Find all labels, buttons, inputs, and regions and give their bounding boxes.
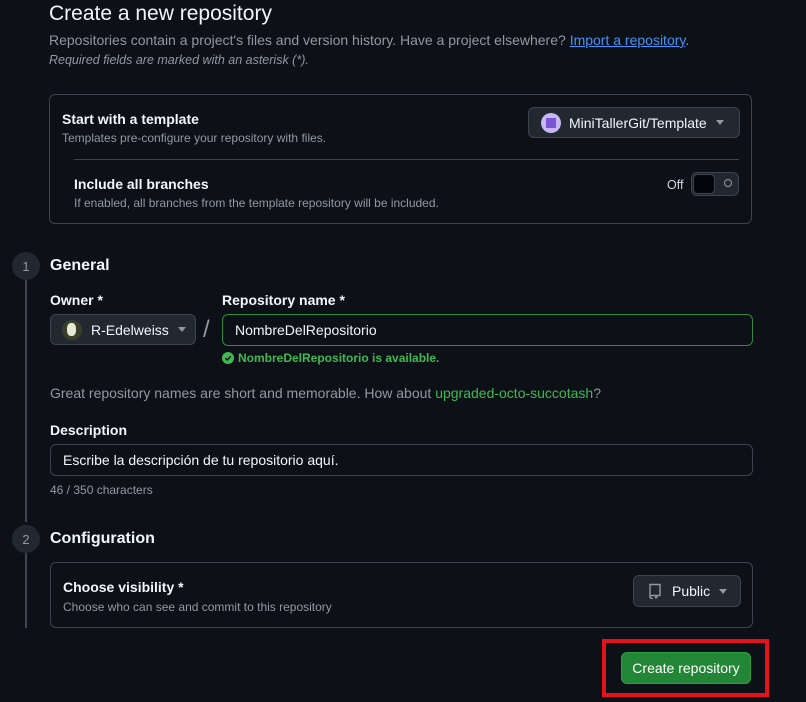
owner-avatar [62,319,82,340]
visibility-description: Choose who can see and commit to this re… [63,600,332,614]
include-branches-state-label: Off [667,178,684,192]
check-circle-icon [222,352,234,364]
subtitle-text: Repositories contain a project's files a… [49,32,566,48]
include-branches-title: Include all branches [74,176,209,192]
divider [74,159,739,160]
repo-icon [649,583,661,599]
include-branches-toggle[interactable] [691,172,739,196]
template-owner-avatar [541,112,561,133]
visibility-section: Choose visibility * Choose who can see a… [50,562,753,628]
visibility-select-value: Public [672,583,711,599]
owner-name-separator: / [203,316,210,343]
description-label: Description [50,422,128,438]
suggested-name-link[interactable]: upgraded-octo-succotash [435,385,593,401]
step-connector-line [25,280,27,522]
create-repository-button[interactable]: Create repository [621,652,751,684]
template-select-button[interactable]: MiniTallerGit/Template [528,107,740,138]
owner-select-button[interactable]: R-Edelweiss [50,314,196,345]
include-branches-description: If enabled, all branches from the templa… [74,196,439,210]
hint-text: Great repository names are short and mem… [50,385,432,401]
name-suggestion-hint: Great repository names are short and mem… [50,385,601,401]
visibility-select-button[interactable]: Public [633,575,741,607]
visibility-title: Choose visibility * [63,579,184,595]
configuration-section-title: Configuration [50,530,155,547]
toggle-off-icon [724,179,732,187]
page-title: Create a new repository [49,2,272,25]
chevron-down-icon [177,327,186,332]
step-connector-line [25,553,27,628]
create-repository-page: Create a new repository Repositories con… [0,0,806,702]
owner-label: Owner * [50,292,103,308]
chevron-down-icon [715,120,724,125]
owner-select-value: R-Edelweiss [91,321,169,338]
general-section-title: General [50,257,110,274]
description-input[interactable]: Escribe la descripción de tu repositorio… [50,444,753,476]
template-title: Start with a template [62,111,199,127]
toggle-knob [693,174,715,194]
availability-text: NombreDelRepositorio is available. [238,351,440,365]
import-repository-link[interactable]: Import a repository [570,32,686,48]
repository-name-label: Repository name * [222,292,345,308]
template-description: Templates pre-configure your repository … [62,131,327,145]
step-number-general: 1 [12,252,40,280]
template-section: Start with a template Templates pre-conf… [49,94,752,224]
repository-name-input[interactable]: NombreDelRepositorio [222,314,753,346]
step-number-configuration: 2 [12,525,40,553]
availability-message: NombreDelRepositorio is available. [222,351,439,365]
template-select-value: MiniTallerGit/Template [569,114,707,131]
subtitle-period: . [685,32,690,48]
page-subtitle: Repositories contain a project's files a… [49,32,689,48]
hint-question-mark: ? [593,385,601,401]
required-fields-note: Required fields are marked with an aster… [49,53,309,67]
description-char-count: 46 / 350 characters [50,483,153,497]
chevron-down-icon [719,588,728,594]
